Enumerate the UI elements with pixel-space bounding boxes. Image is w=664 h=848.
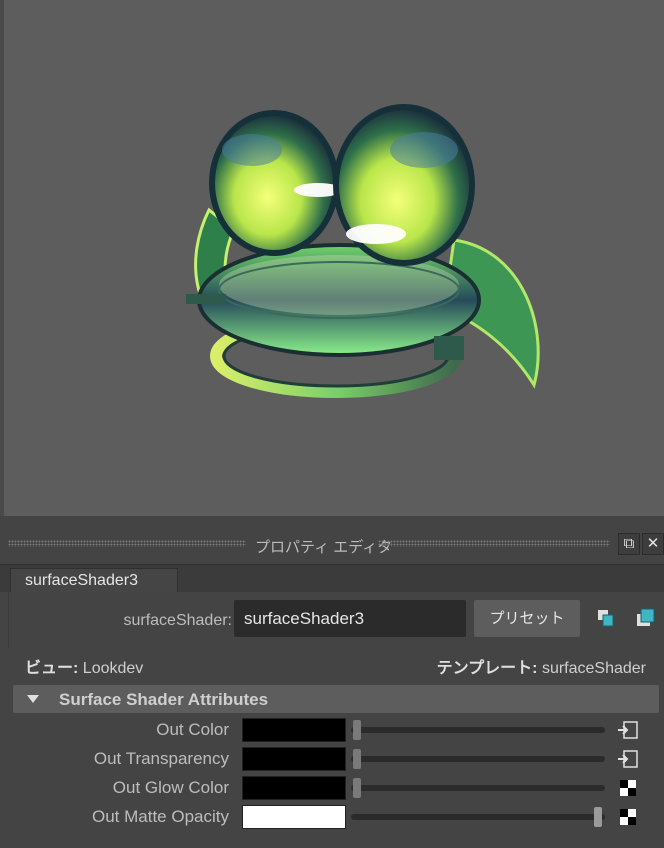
- panel-title-bar[interactable]: プロパティ エディタ ⧉ ✕: [0, 531, 664, 558]
- color-swatch[interactable]: [242, 776, 346, 800]
- show-output-connections-icon[interactable]: [636, 608, 656, 628]
- rendered-object: [186, 104, 540, 398]
- attr-out-color: Out Color: [17, 716, 664, 745]
- node-name-field[interactable]: surfaceShader3: [234, 600, 466, 637]
- attr-label: Out Matte Opacity: [92, 807, 229, 826]
- drag-handle-left[interactable]: [8, 540, 246, 547]
- restore-window-icon: ⧉: [623, 535, 635, 552]
- value-slider[interactable]: [351, 814, 605, 820]
- value-slider[interactable]: [351, 756, 605, 762]
- view-template-row: ビュー: Lookdev テンプレート: surfaceShader: [8, 648, 664, 678]
- slider-handle[interactable]: [594, 807, 602, 827]
- view-value: Lookdev: [82, 660, 144, 677]
- tab-surfaceshader3[interactable]: surfaceShader3: [10, 568, 178, 594]
- template-selector[interactable]: テンプレート: surfaceShader: [437, 654, 646, 678]
- section-surface-shader-attributes[interactable]: Surface Shader Attributes: [13, 685, 659, 713]
- color-swatch[interactable]: [242, 805, 346, 829]
- attr-label: Out Glow Color: [112, 778, 229, 797]
- drag-handle-right[interactable]: [378, 540, 610, 547]
- checker-map-icon[interactable]: [617, 806, 639, 828]
- template-value: surfaceShader: [541, 660, 646, 677]
- view-selector[interactable]: ビュー: Lookdev: [25, 654, 143, 678]
- viewport[interactable]: [0, 0, 664, 516]
- value-slider[interactable]: [351, 785, 605, 791]
- checker-map-icon[interactable]: [617, 777, 639, 799]
- connection-input-icon[interactable]: [617, 719, 639, 741]
- close-panel-button[interactable]: ✕: [642, 533, 664, 555]
- panel-title: プロパティ エディタ: [255, 539, 393, 556]
- tab-bar: surfaceShader3: [0, 564, 664, 594]
- template-key: テンプレート:: [436, 660, 538, 677]
- slider-handle[interactable]: [353, 749, 361, 769]
- view-key: ビュー:: [25, 660, 79, 677]
- node-header: surfaceShader: surfaceShader3 プリセット: [8, 592, 664, 648]
- color-swatch[interactable]: [242, 718, 346, 742]
- section-title: Surface Shader Attributes: [59, 690, 269, 709]
- attr-out-matte-opacity: Out Matte Opacity: [17, 803, 664, 832]
- node-type-label: surfaceShader:: [123, 612, 232, 629]
- slider-handle[interactable]: [353, 720, 361, 740]
- attr-out-glow-color: Out Glow Color: [17, 774, 664, 803]
- slider-handle[interactable]: [353, 778, 361, 798]
- collapse-triangle-icon: [27, 695, 39, 703]
- show-input-connections-icon[interactable]: [597, 608, 617, 628]
- attr-out-transparency: Out Transparency: [17, 745, 664, 774]
- presets-button[interactable]: プリセット: [474, 600, 580, 637]
- connection-input-icon[interactable]: [617, 748, 639, 770]
- close-icon: ✕: [646, 535, 660, 552]
- attr-label: Out Color: [156, 720, 229, 739]
- color-swatch[interactable]: [242, 747, 346, 771]
- value-slider[interactable]: [351, 727, 605, 733]
- attr-label: Out Transparency: [93, 749, 229, 768]
- float-window-button[interactable]: ⧉: [618, 533, 640, 555]
